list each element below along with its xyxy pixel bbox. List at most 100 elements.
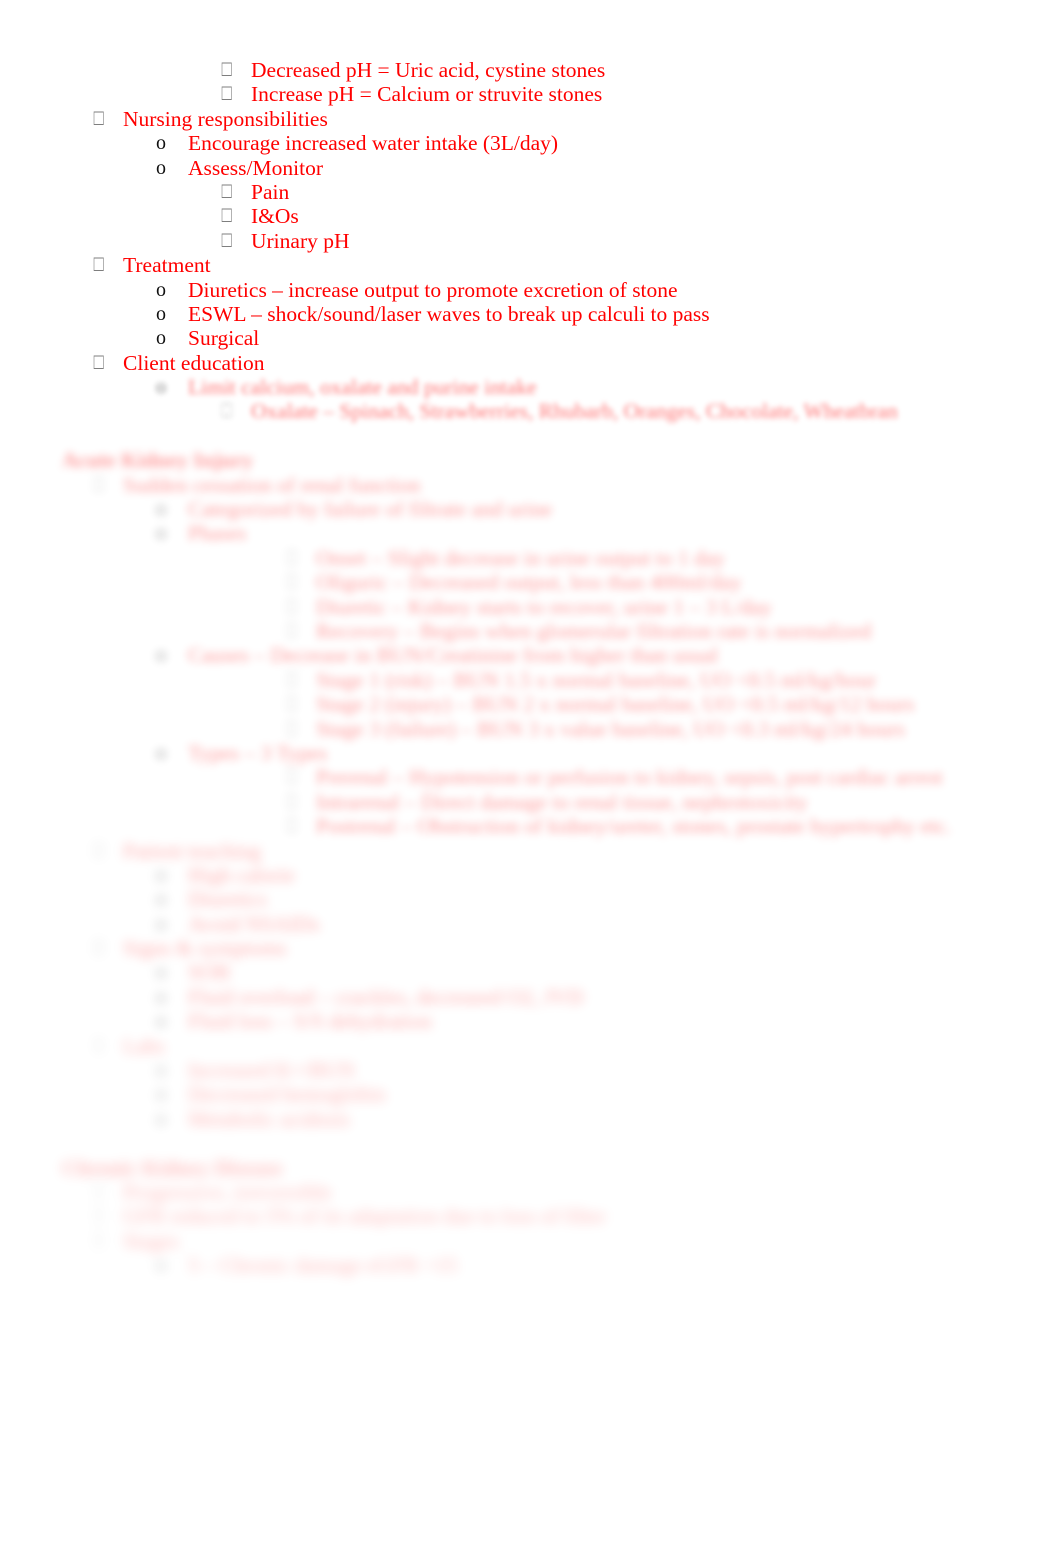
faded-section-labs: ⎕ Labs o Increased K+/BUN o Decreased he… [0, 1034, 1062, 1132]
list-item-label: Signs & symptoms [123, 936, 287, 961]
list-item-label: Encourage increased water intake (3L/day… [188, 131, 559, 156]
list-item-label: Recovery – Begins when glomerular filtra… [316, 618, 872, 643]
list-item-label: Decreased pH = Uric acid, cystine stones [251, 58, 606, 82]
list-item-label: Patient teaching [123, 838, 261, 863]
list-item: ⎕ Labs [0, 1034, 1062, 1058]
bullet-o-icon: o [156, 1010, 166, 1033]
list-item-label: Progressive, irreversible [123, 1179, 332, 1204]
bullet-o-icon: o [156, 278, 166, 301]
list-item: ⎕ Pain [0, 180, 1062, 204]
list-item: o Diuretics [0, 887, 1062, 911]
clear-section: ⎕ Decreased pH = Uric acid, cystine ston… [0, 58, 1062, 375]
list-item-label: SOB [188, 960, 230, 985]
list-item-label: Postrenal – Obstruction of kidney/ureter… [316, 814, 952, 839]
list-item: ⎕ Sudden cessation of renal function [0, 473, 1062, 497]
bullet-box-icon: ⎕ [286, 717, 298, 740]
list-item-label: I&Os [251, 204, 299, 229]
heading-label: Chronic Kidney Disease [62, 1155, 283, 1180]
list-item-label: Prerenal – Hypotension or perfusion to k… [316, 765, 943, 790]
list-item: o Phases [0, 521, 1062, 545]
bullet-box-icon: ⎕ [93, 473, 105, 496]
bullet-box-icon: ⎕ [286, 595, 298, 618]
bullet-o-icon: o [156, 522, 166, 545]
list-item-label: Pain [251, 179, 290, 204]
list-item-label: Phases [188, 521, 247, 546]
bullet-o-icon: o [156, 1254, 166, 1277]
outline-body: ⎕ Decreased pH = Uric acid, cystine ston… [0, 0, 1062, 1278]
list-item-label: Intrarenal – Direct damage to renal tiss… [316, 789, 808, 814]
list-item: o High calorie [0, 863, 1062, 887]
list-item: ⎕ Signs & symptoms [0, 936, 1062, 960]
bullet-box-icon: ⎕ [93, 937, 105, 960]
list-item: ⎕ Onset – Slight decrease in urine outpu… [0, 546, 1062, 570]
list-item-nursing-responsibilities: ⎕ Nursing responsibilities [0, 107, 1062, 131]
list-item: ⎕ Patient teaching [0, 839, 1062, 863]
list-item: o Fluid loss – S/S dehydration [0, 1009, 1062, 1033]
bullet-o-icon: o [156, 912, 166, 935]
section-heading-aki: Acute Kidney Injury [0, 448, 1062, 472]
list-item-label: Stage 2 (injury) – BUN 2 x normal baseli… [316, 692, 915, 717]
list-item-label: Sudden cessation of renal function [123, 472, 421, 497]
list-item-label: Stage 1 (risk) – BUN 1.5 x normal baseli… [316, 667, 877, 692]
bullet-o-icon: o [156, 132, 166, 155]
faded-section-client-education: o Limit calcium, oxalate and purine inta… [0, 375, 1062, 424]
bullet-box-icon: ⎕ [286, 619, 298, 642]
list-item-label: Causes – Decrease in BUN/Creatinine from… [188, 643, 719, 668]
bullet-o-icon: o [156, 863, 166, 886]
list-item-label: Fluid overload – crackles, decreased O2,… [188, 984, 584, 1009]
bullet-o-icon: o [156, 376, 166, 399]
bullet-o-icon: o [156, 498, 166, 521]
bullet-o-icon: o [156, 1083, 166, 1106]
section-heading-ckd: Chronic Kidney Disease [0, 1156, 1062, 1180]
list-item-label: Avoid NSAIDs [188, 911, 320, 936]
bullet-box-icon: ⎕ [221, 229, 233, 252]
bullet-box-icon: ⎕ [93, 351, 105, 374]
list-item: ⎕ Oxalate – Spinach, Strawberries, Rhuba… [0, 399, 1062, 423]
list-item-client-education: ⎕ Client education [0, 351, 1062, 375]
list-item-label: Labs [123, 1033, 165, 1058]
list-item: ⎕ Postrenal – Obstruction of kidney/uret… [0, 814, 1062, 838]
list-item: ⎕ Stage 2 (injury) – BUN 2 x normal base… [0, 692, 1062, 716]
bullet-box-icon: ⎕ [286, 546, 298, 569]
list-item-label: Treatment [123, 253, 211, 278]
list-item-label: Types – 3 Types [188, 740, 328, 765]
list-item-label: Diuretic – Kidney starts to recover, uri… [316, 594, 772, 619]
bullet-o-icon: o [156, 156, 166, 179]
bullet-o-icon: o [156, 327, 166, 350]
list-item: ⎕ I&Os [0, 204, 1062, 228]
bullet-box-icon: ⎕ [286, 571, 298, 594]
list-item-label: ESWL – shock/sound/laser waves to break … [188, 301, 710, 326]
list-item: ⎕ Recovery – Begins when glomerular filt… [0, 619, 1062, 643]
list-item: o Assess/Monitor [0, 156, 1062, 180]
list-item: ⎕ Urinary pH [0, 229, 1062, 253]
bullet-box-icon: ⎕ [221, 400, 233, 423]
bullet-o-icon: o [156, 985, 166, 1008]
heading-label: Acute Kidney Injury [62, 448, 254, 473]
list-item: ⎕ Increase pH = Calcium or struvite ston… [0, 82, 1062, 106]
list-item-label: 5 – Chronic damage eGFR <15 [188, 1253, 458, 1278]
list-item-treatment: ⎕ Treatment [0, 253, 1062, 277]
list-item-label: Urinary pH [251, 228, 350, 253]
list-item-label: GFR reduced to 5% of its adaptation due … [123, 1204, 607, 1229]
bullet-box-icon: ⎕ [93, 1229, 105, 1252]
faded-section-ckd: Chronic Kidney Disease ⎕ Progressive, ir… [0, 1131, 1062, 1278]
list-item: ⎕ Intrarenal – Direct damage to renal ti… [0, 790, 1062, 814]
list-item-label: Nursing responsibilities [123, 106, 328, 131]
list-item: o 5 – Chronic damage eGFR <15 [0, 1253, 1062, 1277]
list-item: ⎕ Stage 3 (failure) – BUN 3 x value base… [0, 717, 1062, 741]
list-item-label: Diuretics [188, 887, 267, 912]
bullet-box-icon: ⎕ [286, 668, 298, 691]
list-item-label: Client education [123, 350, 265, 375]
bullet-box-icon: ⎕ [286, 693, 298, 716]
bullet-o-icon: o [156, 741, 166, 764]
list-item-label: Stages [123, 1228, 180, 1253]
bullet-o-icon: o [156, 961, 166, 984]
list-item: ⎕ Stages [0, 1229, 1062, 1253]
list-item: o Decreased hemoglobin [0, 1082, 1062, 1106]
list-item: ⎕ Progressive, irreversible [0, 1180, 1062, 1204]
list-item-label: Surgical [188, 326, 260, 351]
bullet-box-icon: ⎕ [93, 1034, 105, 1057]
bullet-box-icon: ⎕ [221, 83, 233, 106]
